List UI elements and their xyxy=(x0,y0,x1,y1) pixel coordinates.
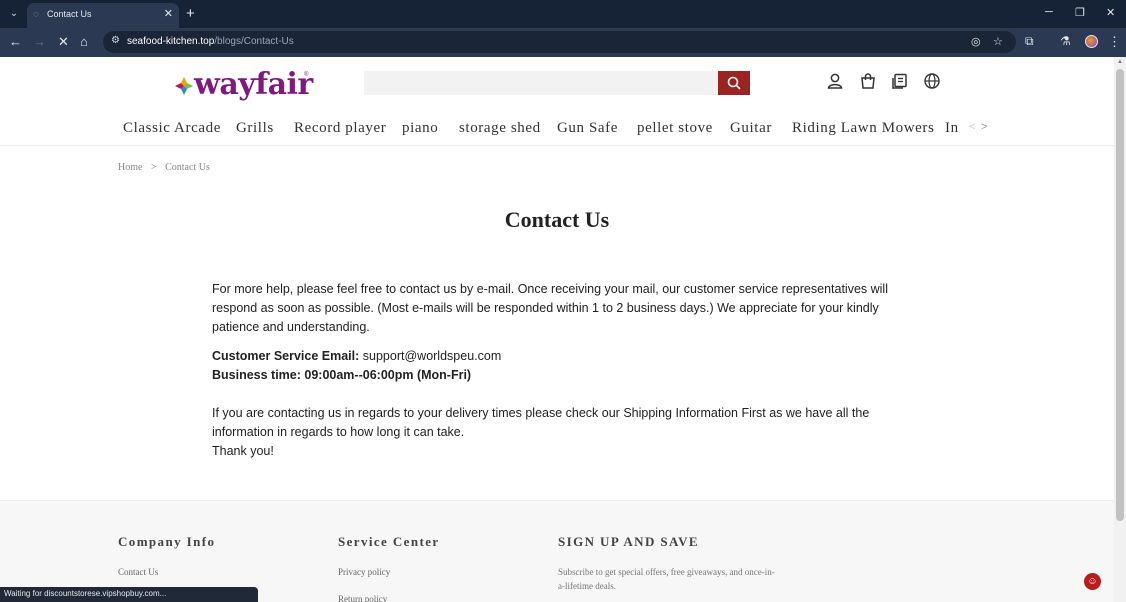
footer-link-return-policy[interactable]: Return policy xyxy=(338,594,387,602)
thanks-text: Thank you! xyxy=(212,444,274,458)
tab-search-icon[interactable]: ⌄ xyxy=(6,6,22,22)
nav-prev-icon[interactable]: < xyxy=(969,121,975,133)
shipping-note: If you are contacting us in regards to y… xyxy=(212,406,870,439)
browser-tab-bar: ⌄ ◌ Contact Us ✕ + ─ ❐ ✕ xyxy=(0,0,1126,28)
footer-company-title: Company Info xyxy=(118,534,216,549)
footer-signup-text: Subscribe to get special offers, free gi… xyxy=(558,567,775,591)
nav-item-pellet-stove[interactable]: pellet stove xyxy=(637,120,713,137)
nav-item-overflow[interactable]: In xyxy=(945,120,959,137)
nav-item-storage-shed[interactable]: storage shed xyxy=(459,120,541,137)
stop-icon[interactable]: ✕ xyxy=(58,34,69,50)
url-path: /blogs/Contact-Us xyxy=(214,36,294,47)
minimize-icon[interactable]: ─ xyxy=(1045,6,1053,18)
logo-registered: ® xyxy=(304,72,309,78)
category-nav: Classic Arcade Grills Record player pian… xyxy=(0,117,1114,145)
url-text: seafood-kitchen.top/blogs/Contact-Us xyxy=(127,36,294,47)
footer-link-contact-us[interactable]: Contact Us xyxy=(118,567,158,577)
status-text: Waiting for discountstorese.vipshopbuy.c… xyxy=(4,589,167,598)
profile-avatar[interactable] xyxy=(1085,35,1098,48)
menu-icon[interactable]: ⋮ xyxy=(1108,34,1121,50)
footer-link-privacy-policy[interactable]: Privacy policy xyxy=(338,567,390,577)
intro-paragraph: For more help, please feel free to conta… xyxy=(212,282,888,334)
breadcrumb-current: Contact Us xyxy=(165,162,210,173)
browser-toolbar: ← → ✕ ⌂ ⚙ seafood-kitchen.top/blogs/Cont… xyxy=(0,28,1126,57)
nav-next-icon[interactable]: > xyxy=(981,121,987,133)
tab-title: Contact Us xyxy=(47,9,92,19)
cart-icon[interactable] xyxy=(859,72,877,90)
nav-divider xyxy=(0,145,1114,147)
logo-text: wayfair xyxy=(194,67,313,102)
browser-tab[interactable]: ◌ Contact Us ✕ xyxy=(27,3,179,28)
footer-service-title: Service Center xyxy=(338,534,440,549)
new-tab-icon[interactable]: + xyxy=(186,5,195,22)
page-viewport: wayfair ® Classic Arcade Grills Record p… xyxy=(0,57,1114,602)
breadcrumb-separator: > xyxy=(150,162,157,173)
nav-item-classic-arcade[interactable]: Classic Arcade xyxy=(123,120,221,137)
scrollbar-thumb[interactable] xyxy=(1116,69,1124,521)
search-button[interactable] xyxy=(718,71,750,95)
footer-signup-title: SIGN UP AND SAVE xyxy=(558,534,699,549)
url-host: seafood-kitchen.top xyxy=(127,36,215,47)
business-time: Business time: 09:00am--06:00pm (Mon-Fri… xyxy=(212,368,472,382)
language-globe-icon[interactable] xyxy=(923,72,941,90)
breadcrumb-home[interactable]: Home xyxy=(118,162,142,173)
search-input[interactable] xyxy=(364,71,718,95)
nav-item-record-player[interactable]: Record player xyxy=(294,120,386,137)
contact-content: For more help, please feel free to conta… xyxy=(212,280,912,461)
labs-icon[interactable]: ⚗ xyxy=(1060,34,1071,48)
nav-item-gun-safe[interactable]: Gun Safe xyxy=(557,120,618,137)
orders-icon[interactable] xyxy=(891,72,909,90)
account-icon[interactable] xyxy=(826,72,844,90)
restore-icon[interactable]: ❐ xyxy=(1075,6,1085,19)
forward-icon[interactable]: → xyxy=(33,34,46,49)
page-title: Contact Us xyxy=(504,207,610,232)
tab-close-icon[interactable]: ✕ xyxy=(164,7,173,20)
chat-widget-icon[interactable]: ☺ xyxy=(1084,573,1101,590)
eye-off-icon[interactable]: ◎ xyxy=(971,35,981,48)
tab-favicon-icon: ◌ xyxy=(33,9,39,20)
bookmark-star-icon[interactable]: ☆ xyxy=(993,35,1003,48)
nav-item-grills[interactable]: Grills xyxy=(236,120,274,137)
nav-item-guitar[interactable]: Guitar xyxy=(730,120,772,137)
search-icon xyxy=(727,76,741,90)
email-line: Customer Service Email: support@worldspe… xyxy=(212,347,912,366)
home-icon[interactable]: ⌂ xyxy=(80,34,88,49)
window-close-icon[interactable]: ✕ xyxy=(1106,6,1115,19)
nav-item-piano[interactable]: piano xyxy=(402,120,438,137)
browser-status-bar: Waiting for discountstorese.vipshopbuy.c… xyxy=(0,587,258,602)
email-label: Customer Service Email: xyxy=(212,349,360,363)
back-icon[interactable]: ← xyxy=(9,34,22,49)
nav-item-riding-lawn-mowers[interactable]: Riding Lawn Mowers xyxy=(792,120,934,137)
logo-mark-icon xyxy=(175,77,193,95)
extensions-icon[interactable]: ⧉ xyxy=(1025,34,1034,49)
site-info-icon[interactable]: ⚙ xyxy=(111,35,120,46)
scroll-up-icon[interactable]: ▲ xyxy=(1117,59,1123,65)
email-value[interactable]: support@worldspeu.com xyxy=(363,349,501,363)
address-bar[interactable]: ⚙ seafood-kitchen.top/blogs/Contact-Us ◎… xyxy=(103,31,1016,53)
page-scrollbar[interactable]: ▲ xyxy=(1114,57,1126,602)
breadcrumb: Home > Contact Us xyxy=(118,162,216,173)
